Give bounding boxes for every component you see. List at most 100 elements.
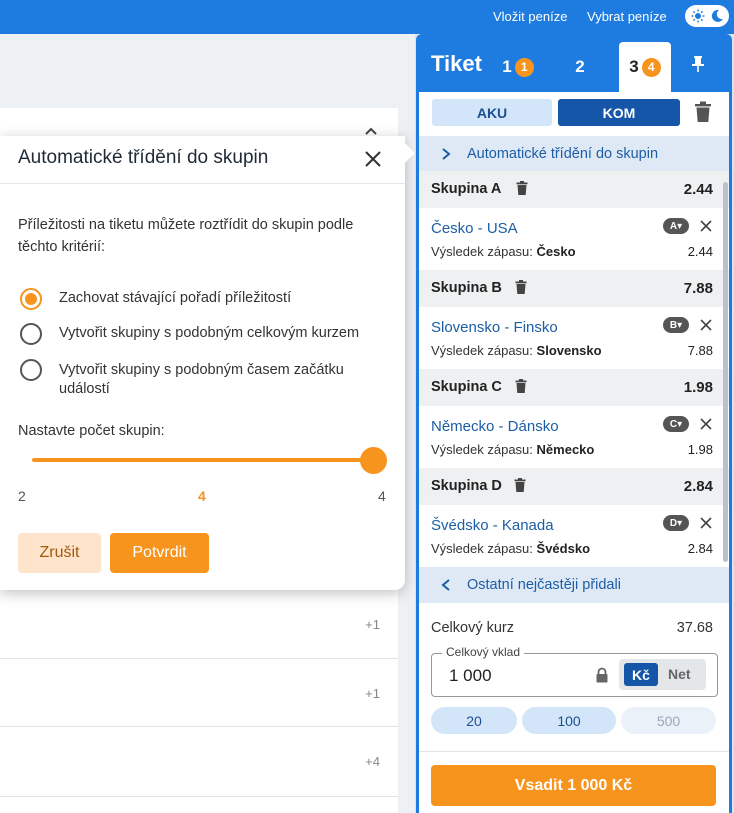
currency-kc[interactable]: Kč (624, 663, 658, 686)
radio-similar-time[interactable] (20, 359, 42, 381)
group-odds: 7.88 (683, 280, 713, 297)
group-select-badge[interactable]: C ▾ (663, 416, 689, 432)
quick-stake-button[interactable]: 20 (431, 707, 517, 734)
group-header: Skupina D 2.84 (419, 468, 729, 505)
group-count-slider-handle[interactable] (360, 447, 387, 474)
chevron-right-icon (440, 147, 452, 161)
quick-stake-button[interactable]: 500 (621, 707, 716, 734)
auto-sort-dialog: Automatické třídění do skupin Příležitos… (0, 136, 415, 590)
radio-keep-order[interactable] (20, 288, 42, 310)
stake-label: Celkový vklad (442, 645, 525, 659)
market-line: Výsledek zápasu: Česko (431, 244, 576, 259)
pick-odds: 1.98 (687, 442, 713, 457)
moon-icon (709, 8, 725, 24)
total-odds-label: Celkový kurz (431, 620, 514, 636)
tab-count-badge: 4 (641, 57, 661, 77)
slider-label: Nastavte počet skupin: (18, 423, 165, 439)
currency-toggle[interactable]: Kč Net (619, 659, 706, 690)
bet-slip: Tiket 11 2 34 AKU KOM Automatické tříděn… (416, 34, 732, 813)
group-name: Skupina B (431, 280, 502, 296)
withdraw-link[interactable]: Vybrat peníze (587, 9, 667, 24)
group-name: Skupina D (431, 478, 502, 494)
mode-kom-button[interactable]: KOM (558, 99, 680, 126)
pick-odds: 2.44 (687, 244, 713, 259)
radio-similar-odds[interactable] (20, 323, 42, 345)
close-icon[interactable] (698, 317, 714, 333)
group-header: Skupina B 7.88 (419, 270, 729, 307)
trash-icon[interactable] (515, 280, 527, 294)
group-select-badge[interactable]: B ▾ (663, 317, 689, 333)
currency-net[interactable]: Net (668, 666, 691, 682)
close-icon[interactable] (698, 416, 714, 432)
radio-label-keep-order: Zachovat stávající pořadí příležitostí (59, 290, 292, 306)
event-name[interactable]: Švédsko - Kanada (431, 517, 554, 534)
group-header: Skupina A 2.44 (419, 171, 729, 208)
bet-slip-title: Tiket (431, 51, 482, 76)
confirm-button[interactable]: Potvrdit (110, 533, 209, 573)
tab-ticket-3[interactable]: 34 (619, 42, 671, 92)
dialog-header: Automatické třídění do skupin (0, 136, 405, 184)
close-icon[interactable] (698, 515, 714, 531)
stake-input[interactable]: 1 000 (449, 666, 492, 686)
total-odds-value: 37.68 (676, 620, 713, 636)
tab-count-badge: 1 (514, 57, 534, 77)
group-odds: 2.84 (683, 478, 713, 495)
tab-ticket-1[interactable]: 11 (496, 42, 540, 92)
trash-icon[interactable] (516, 181, 528, 195)
others-added-toggle[interactable]: Ostatní nejčastěji přidali (419, 567, 729, 603)
auto-sort-toggle[interactable]: Automatické třídění do skupin (419, 136, 729, 172)
pick-odds: 7.88 (687, 343, 713, 358)
top-bar: Vložit peníze Vybrat peníze (0, 0, 734, 34)
stake-field[interactable]: Celkový vklad 1 000 Kč Net (431, 645, 718, 697)
sun-icon (690, 8, 706, 24)
list-item: Česko - USA A ▾ Výsledek zápasu: Česko 2.… (419, 208, 729, 270)
slider-max: 4 (378, 488, 386, 504)
more-markets-count[interactable]: +1 (365, 686, 380, 701)
radio-label-similar-time: Vytvořit skupiny s podobným časem začátk… (59, 362, 344, 397)
event-name[interactable]: Slovensko - Finsko (431, 319, 558, 336)
group-count-slider-track[interactable] (32, 458, 372, 462)
market-line: Výsledek zápasu: Německo (431, 442, 595, 457)
pick-odds: 2.84 (687, 541, 713, 556)
cancel-button[interactable]: Zrušit (18, 533, 101, 573)
event-name[interactable]: Česko - USA (431, 220, 518, 237)
slider-value: 4 (198, 488, 206, 504)
close-icon[interactable] (361, 147, 385, 171)
bet-slip-body: AKU KOM Automatické třídění do skupin Sk… (419, 92, 729, 813)
trash-icon[interactable] (515, 379, 527, 393)
mode-aku-button[interactable]: AKU (432, 99, 552, 126)
event-name[interactable]: Německo - Dánsko (431, 418, 559, 435)
group-select-badge[interactable]: A ▾ (663, 218, 689, 234)
others-added-label: Ostatní nejčastěji přidali (467, 577, 621, 593)
slider-min: 2 (18, 488, 26, 504)
dialog-description: Příležitosti na tiketu můžete roztřídit … (18, 217, 354, 255)
dialog-title: Automatické třídění do skupin (18, 147, 269, 168)
scrollbar[interactable] (723, 182, 728, 562)
deposit-link[interactable]: Vložit peníze (493, 9, 567, 24)
radio-label-similar-odds: Vytvořit skupiny s podobným celkovým kur… (59, 325, 360, 341)
group-name: Skupina C (431, 379, 502, 395)
group-select-badge[interactable]: D ▾ (663, 515, 689, 531)
tab-ticket-2[interactable]: 2 (560, 42, 600, 92)
list-item: Slovensko - Finsko B ▾ Výsledek zápasu: S… (419, 307, 729, 369)
trash-icon[interactable] (514, 478, 526, 492)
list-item: Švédsko - Kanada D ▾ Výsledek zápasu: Švé… (419, 505, 729, 567)
pin-icon[interactable] (688, 54, 708, 74)
auto-sort-label: Automatické třídění do skupin (467, 146, 659, 162)
place-bet-button[interactable]: Vsadit 1 000 Kč (431, 765, 716, 806)
market-line: Výsledek zápasu: Slovensko (431, 343, 602, 358)
close-icon[interactable] (698, 218, 714, 234)
theme-toggle[interactable] (685, 5, 729, 27)
more-markets-count[interactable]: +4 (365, 754, 380, 769)
trash-icon[interactable] (693, 101, 713, 123)
group-header: Skupina C 1.98 (419, 369, 729, 406)
lock-icon[interactable] (595, 667, 609, 683)
list-item: Německo - Dánsko C ▾ Výsledek zápasu: Něm… (419, 406, 729, 468)
group-odds: 2.44 (683, 181, 713, 198)
group-name: Skupina A (431, 181, 502, 197)
market-line: Výsledek zápasu: Švédsko (431, 541, 591, 556)
more-markets-count[interactable]: +1 (365, 617, 380, 632)
quick-stake-button[interactable]: 100 (522, 707, 616, 734)
group-odds: 1.98 (683, 379, 713, 396)
chevron-left-icon (440, 578, 452, 592)
